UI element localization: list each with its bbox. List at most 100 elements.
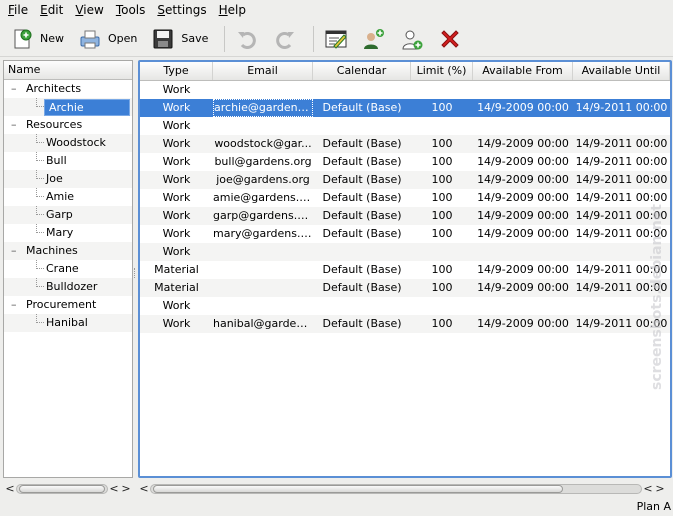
table-cell[interactable]: Material [140, 261, 213, 279]
table-cell[interactable]: 100 [411, 189, 473, 207]
tree-header-name[interactable]: Name [4, 61, 132, 80]
menu-item-settings[interactable]: Settings [151, 1, 212, 19]
table-cell[interactable] [313, 297, 411, 315]
table-cell[interactable]: amie@gardens.org [213, 189, 313, 207]
save-button[interactable]: Save [147, 23, 212, 55]
edit-project-button[interactable] [320, 23, 352, 55]
table-cell[interactable]: Default (Base) [313, 99, 411, 117]
table-cell[interactable] [213, 261, 313, 279]
scroll-left-arrow-icon[interactable]: < [138, 482, 150, 496]
column-header[interactable]: Available Until [573, 62, 670, 80]
table-cell[interactable]: Work [140, 207, 213, 225]
table-cell[interactable]: mary@gardens.org [213, 225, 313, 243]
tree-item-row[interactable]: Woodstock [4, 134, 132, 152]
table-cell[interactable] [411, 243, 473, 261]
scroll-thumb[interactable] [19, 485, 105, 493]
table-cell[interactable]: Work [140, 81, 213, 99]
tree-group-row[interactable]: – Procurement [4, 296, 132, 314]
table-cell[interactable] [313, 117, 411, 135]
table-row[interactable]: Work woodstock@gar... Default (Base) 100 14/… [140, 135, 670, 153]
table-cell[interactable]: 14/9-2009 00:00 [473, 315, 573, 333]
collapse-icon[interactable]: – [11, 116, 21, 134]
table-row[interactable]: Work archie@gardens.... Default (Base) 100 1… [140, 99, 670, 117]
table-cell[interactable]: Default (Base) [313, 189, 411, 207]
tree-item-row[interactable]: Archie [4, 98, 132, 116]
tree-item-row[interactable]: Crane [4, 260, 132, 278]
collapse-icon[interactable]: – [11, 242, 21, 260]
tree-horizontal-scrollbar[interactable]: < < > [4, 482, 132, 496]
scroll-right-arrow-icon[interactable]: > [654, 482, 666, 496]
table-cell[interactable] [313, 243, 411, 261]
tree-item-row[interactable]: Garp [4, 206, 132, 224]
table-cell[interactable]: hanibal@garden... [213, 315, 313, 333]
delete-button[interactable] [434, 23, 466, 55]
open-button[interactable]: Open [74, 23, 141, 55]
table-cell[interactable] [473, 117, 573, 135]
scroll-thumb[interactable] [153, 485, 563, 493]
table-cell[interactable]: joe@gardens.org [213, 171, 313, 189]
table-cell[interactable]: 100 [411, 315, 473, 333]
table-row[interactable]: Work mary@gardens.org Default (Base) 100 14/… [140, 225, 670, 243]
add-group-button[interactable] [358, 23, 390, 55]
tree-item-row[interactable]: Bull [4, 152, 132, 170]
table-cell[interactable]: Default (Base) [313, 207, 411, 225]
scroll-track[interactable] [150, 484, 642, 494]
table-cell[interactable] [473, 81, 573, 99]
column-header[interactable]: Limit (%) [411, 62, 473, 80]
table-cell[interactable]: Work [140, 99, 213, 117]
tree-item-row[interactable]: Bulldozer [4, 278, 132, 296]
table-row[interactable]: Material Default (Base) 100 14/9-2009 00:00… [140, 261, 670, 279]
table-cell[interactable]: garp@gardens.org [213, 207, 313, 225]
table-cell[interactable]: 14/9-2009 00:00 [473, 135, 573, 153]
table-cell[interactable]: 14/9-2009 00:00 [473, 189, 573, 207]
new-button[interactable]: New [6, 23, 68, 55]
table-cell[interactable]: Default (Base) [313, 279, 411, 297]
table-cell[interactable]: Default (Base) [313, 315, 411, 333]
menu-item-help[interactable]: Help [213, 1, 252, 19]
table-cell[interactable] [213, 297, 313, 315]
table-row[interactable]: Work garp@gardens.org Default (Base) 100 14/… [140, 207, 670, 225]
resource-table[interactable]: Type Email Calendar Limit (%) Available From… [138, 60, 672, 478]
tree-group-row[interactable]: – Machines [4, 242, 132, 260]
table-cell[interactable]: Work [140, 117, 213, 135]
menu-item-tools[interactable]: Tools [110, 1, 152, 19]
table-cell[interactable]: Default (Base) [313, 135, 411, 153]
column-header[interactable]: Calendar [313, 62, 411, 80]
tree-group-row[interactable]: – Resources [4, 116, 132, 134]
table-cell[interactable]: Work [140, 243, 213, 261]
table-row[interactable]: Work bull@gardens.org Default (Base) 100 14/… [140, 153, 670, 171]
scroll-track[interactable] [16, 484, 108, 494]
scroll-right-arrow-icon[interactable]: > [120, 482, 132, 496]
table-cell[interactable]: 14/9-2011 00:00 [573, 99, 670, 117]
table-cell[interactable] [573, 81, 670, 99]
tree-item-row[interactable]: Joe [4, 170, 132, 188]
table-cell[interactable] [411, 297, 473, 315]
table-cell[interactable]: 14/9-2009 00:00 [473, 207, 573, 225]
table-cell[interactable]: bull@gardens.org [213, 153, 313, 171]
undo-button[interactable] [231, 23, 263, 55]
table-row[interactable]: Work [140, 243, 670, 261]
table-cell[interactable] [411, 81, 473, 99]
table-cell[interactable]: 100 [411, 207, 473, 225]
table-cell[interactable]: 100 [411, 171, 473, 189]
table-cell[interactable]: 100 [411, 225, 473, 243]
table-row[interactable]: Work [140, 117, 670, 135]
menu-item-file[interactable]: File [2, 1, 34, 19]
table-cell[interactable] [213, 81, 313, 99]
table-cell[interactable]: Default (Base) [313, 261, 411, 279]
table-cell[interactable]: 100 [411, 135, 473, 153]
table-cell[interactable]: Work [140, 189, 213, 207]
tree-group-row[interactable]: – Architects [4, 80, 132, 98]
table-cell[interactable] [573, 117, 670, 135]
table-cell[interactable] [473, 243, 573, 261]
table-cell[interactable] [313, 81, 411, 99]
panel-splitter[interactable] [134, 268, 137, 278]
table-cell[interactable] [213, 117, 313, 135]
table-cell[interactable] [411, 117, 473, 135]
table-cell[interactable]: 100 [411, 153, 473, 171]
collapse-icon[interactable]: – [11, 80, 21, 98]
tree-item-row[interactable]: Hanibal [4, 314, 132, 332]
table-cell[interactable]: Default (Base) [313, 153, 411, 171]
table-cell[interactable] [213, 243, 313, 261]
table-row[interactable]: Work hanibal@garden... Default (Base) 100 14… [140, 315, 670, 333]
